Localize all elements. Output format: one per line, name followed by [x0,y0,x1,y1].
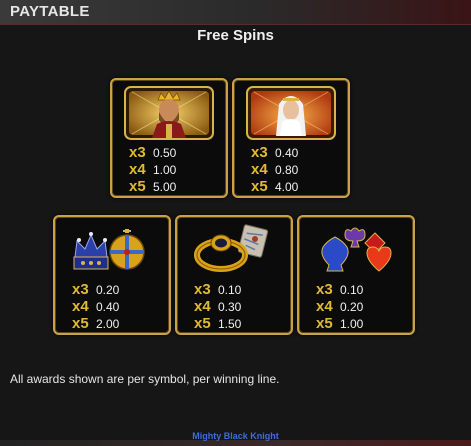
pay-row: x3 0.10 [194,281,241,298]
multiplier: x3 [316,281,333,298]
pay-row: x3 0.20 [72,281,119,298]
card-suits-icon [321,227,392,272]
paytable-card-king: x3 0.50 x4 1.00 x5 5.00 [110,78,228,198]
multiplier: x4 [129,161,146,178]
pay-amount: 2.00 [96,317,120,331]
pay-amount: 4.00 [275,180,299,194]
multiplier: x4 [72,298,89,315]
pay-amount: 1.00 [340,317,364,331]
multiplier: x5 [316,315,333,332]
multiplier: x4 [251,161,268,178]
multiplier: x5 [251,178,268,195]
pay-row: x5 5.00 [129,178,176,195]
header-bar: PAYTABLE [0,0,471,25]
multiplier: x5 [72,315,89,332]
multiplier: x4 [194,298,211,315]
pay-row: x3 0.50 [129,144,176,161]
pay-amount: 0.20 [340,300,364,314]
king-icon [124,86,214,140]
pay-amount: 1.50 [218,317,242,331]
section-title: Free Spins [197,27,274,44]
pay-amount: 0.10 [340,283,364,297]
awards-note: All awards shown are per symbol, per win… [10,372,280,386]
pay-amount: 0.40 [96,300,120,314]
pay-row: x5 2.00 [72,315,119,332]
multiplier: x3 [72,281,89,298]
pay-list: x3 0.20 x4 0.40 x5 2.00 [72,281,119,332]
queen-icon [246,86,336,140]
pay-row: x4 1.00 [129,161,176,178]
pay-list: x3 0.50 x4 1.00 x5 5.00 [129,144,176,195]
pay-amount: 1.00 [153,163,177,177]
pay-amount: 0.80 [275,163,299,177]
paytable-card-queen: x3 0.40 x4 0.80 x5 4.00 [232,78,350,198]
page-title: PAYTABLE [10,3,90,20]
pay-row: x3 0.40 [251,144,298,161]
multiplier: x3 [251,144,268,161]
pay-row: x5 1.00 [316,315,363,332]
pay-row: x4 0.30 [194,298,241,315]
pay-row: x5 1.50 [194,315,241,332]
multiplier: x4 [316,298,333,315]
pay-amount: 0.20 [96,283,120,297]
multiplier: x5 [129,178,146,195]
pay-row: x3 0.10 [316,281,363,298]
multiplier: x3 [194,281,211,298]
paytable-card-ring-map: x3 0.10 x4 0.30 x5 1.50 [175,215,293,335]
paytable-card-crown-orb: x3 0.20 x4 0.40 x5 2.00 [53,215,171,335]
pay-list: x3 0.40 x4 0.80 x5 4.00 [251,144,298,195]
pay-row: x5 4.00 [251,178,298,195]
pay-list: x3 0.10 x4 0.20 x5 1.00 [316,281,363,332]
pay-list: x3 0.10 x4 0.30 x5 1.50 [194,281,241,332]
multiplier: x3 [129,144,146,161]
crown-orb-icon [73,229,145,270]
pay-amount: 5.00 [153,180,177,194]
pay-row: x4 0.20 [316,298,363,315]
pay-amount: 0.10 [218,283,242,297]
game-name: Mighty Black Knight [192,431,279,441]
pay-amount: 0.40 [275,146,299,160]
pay-row: x4 0.40 [72,298,119,315]
pay-amount: 0.50 [153,146,177,160]
pay-amount: 0.30 [218,300,242,314]
ring-map-icon [194,224,269,272]
pay-row: x4 0.80 [251,161,298,178]
multiplier: x5 [194,315,211,332]
paytable-card-suits: x3 0.10 x4 0.20 x5 1.00 [297,215,415,335]
